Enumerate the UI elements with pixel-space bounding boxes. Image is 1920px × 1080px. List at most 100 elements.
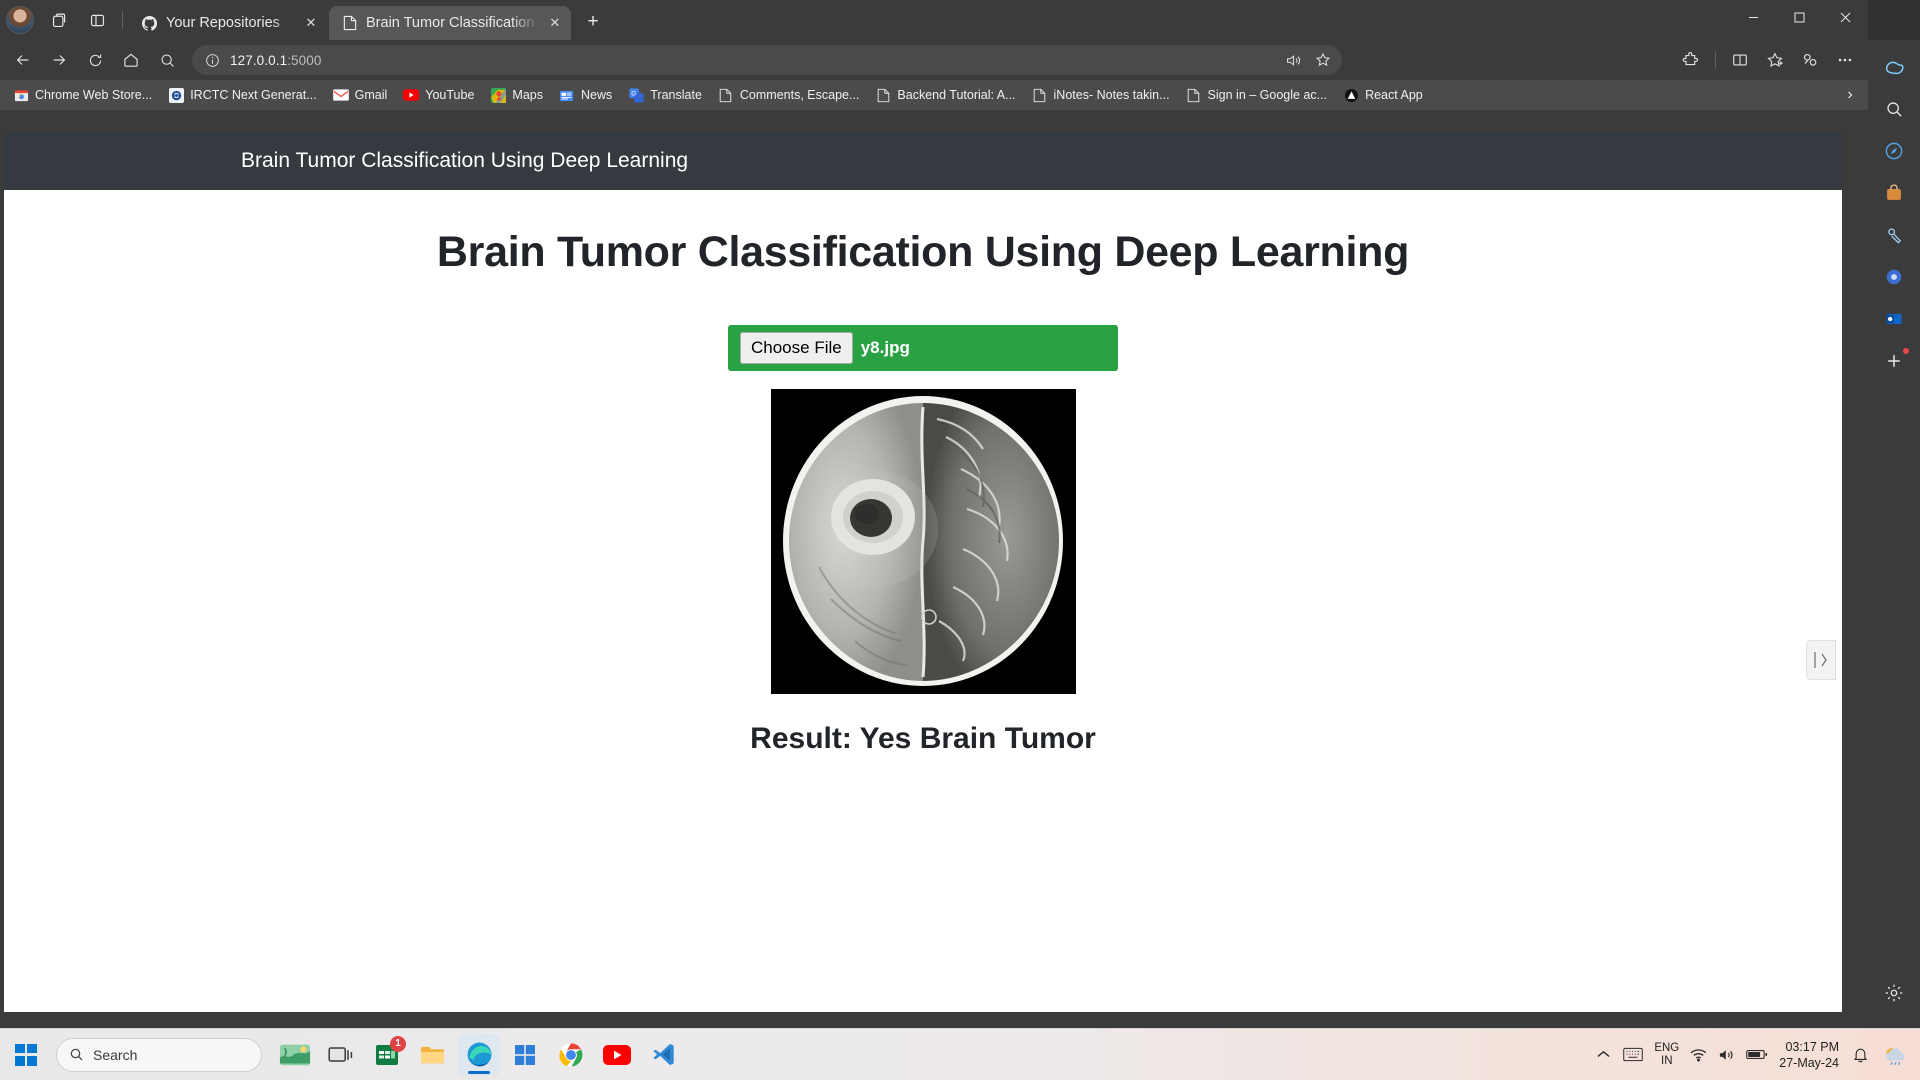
google-maps-icon — [490, 87, 506, 103]
file-upload-form[interactable]: Choose File y8.jpg — [728, 325, 1118, 371]
url-port: :5000 — [287, 52, 322, 68]
bookmark-sign-in-google[interactable]: Sign in – Google ac... — [1179, 84, 1335, 106]
copilot-icon[interactable] — [1876, 50, 1912, 84]
google-translate-icon: G — [628, 87, 644, 103]
volume-icon[interactable] — [1718, 1048, 1735, 1062]
bookmark-label: Chrome Web Store... — [35, 88, 153, 102]
touch-keyboard-icon[interactable] — [1623, 1047, 1644, 1062]
bookmark-translate[interactable]: G Translate — [621, 84, 709, 106]
github-icon — [141, 15, 158, 32]
games-icon[interactable] — [1876, 260, 1912, 294]
bookmark-label: IRCTC Next Generat... — [190, 88, 317, 102]
mri-illustration — [770, 389, 1076, 694]
minimize-button[interactable] — [1730, 0, 1776, 34]
search-icon[interactable] — [1876, 92, 1912, 126]
google-chrome-icon[interactable] — [550, 1034, 592, 1076]
file-explorer-icon[interactable] — [412, 1034, 454, 1076]
document-icon — [875, 87, 891, 103]
wifi-icon[interactable] — [1690, 1048, 1707, 1062]
bookmark-backend-tutorial[interactable]: Backend Tutorial: A... — [868, 84, 1022, 106]
choose-file-button[interactable]: Choose File — [740, 332, 853, 364]
settings-icon[interactable] — [1876, 976, 1912, 1010]
new-tab-button[interactable]: + — [577, 7, 609, 37]
start-button[interactable] — [0, 1043, 52, 1066]
desktop-screen: Your Repositories ✕ Brain Tumor Classifi… — [0, 0, 1920, 1080]
chevron-up-icon[interactable] — [1594, 1045, 1612, 1065]
taskbar-search-box[interactable]: Search — [56, 1037, 262, 1072]
tab-your-repositories[interactable]: Your Repositories ✕ — [129, 6, 329, 40]
document-icon — [718, 87, 734, 103]
discover-icon[interactable] — [1876, 134, 1912, 168]
document-icon — [1186, 87, 1202, 103]
language-indicator[interactable]: ENG IN — [1654, 1042, 1679, 1068]
favorites-icon[interactable] — [1758, 45, 1792, 75]
home-icon[interactable] — [114, 45, 148, 75]
bookmark-inotes[interactable]: iNotes- Notes takin... — [1025, 84, 1177, 106]
edge-sidebar — [1868, 40, 1920, 1028]
refresh-icon[interactable] — [78, 45, 112, 75]
tab-actions-icon[interactable] — [40, 4, 78, 36]
profile-button[interactable] — [0, 0, 40, 40]
weather-icon[interactable] — [1880, 1042, 1910, 1068]
close-button[interactable] — [1822, 0, 1868, 34]
vs-code-icon[interactable] — [642, 1034, 684, 1076]
windows-logo-icon — [15, 1043, 37, 1066]
microsoft-edge-icon[interactable] — [458, 1033, 500, 1076]
prediction-result: Result: Yes Brain Tumor — [750, 722, 1096, 755]
back-arrow-icon[interactable] — [6, 45, 40, 75]
youtube-icon[interactable] — [596, 1034, 638, 1076]
brain-mri-scan — [770, 389, 1076, 694]
microsoft-store-icon[interactable] — [504, 1034, 546, 1076]
read-aloud-icon[interactable] — [1280, 48, 1306, 72]
tab-brain-tumor-classification[interactable]: Brain Tumor Classification Using ✕ — [329, 6, 571, 40]
search-icon[interactable] — [150, 45, 184, 75]
split-screen-tabs-icon[interactable] — [78, 4, 116, 36]
bookmark-maps[interactable]: Maps — [483, 84, 550, 106]
maximize-button[interactable] — [1776, 0, 1822, 34]
site-navbar: Brain Tumor Classification Using Deep Le… — [4, 132, 1842, 190]
bookmark-youtube[interactable]: YouTube — [396, 84, 481, 106]
close-icon[interactable]: ✕ — [547, 13, 563, 33]
address-bar[interactable]: 127.0.0.1:5000 — [192, 45, 1342, 75]
split-screen-icon[interactable] — [1723, 45, 1757, 75]
bookmark-label: iNotes- Notes takin... — [1053, 88, 1170, 102]
bookmark-comments-escape[interactable]: Comments, Escape... — [711, 84, 867, 106]
task-view-icon[interactable] — [320, 1034, 362, 1076]
excel-icon[interactable]: 1 — [366, 1034, 408, 1076]
notification-dot — [1903, 348, 1909, 354]
split-screen-preview-icon[interactable] — [1806, 640, 1836, 680]
star-icon[interactable] — [1310, 48, 1336, 72]
battery-icon[interactable] — [1746, 1048, 1768, 1061]
bookmark-chrome-web-store[interactable]: Chrome Web Store... — [6, 84, 159, 106]
react-icon — [1343, 87, 1359, 103]
tools-icon[interactable] — [1876, 218, 1912, 252]
bookmark-news[interactable]: News — [552, 84, 619, 106]
settings-more-icon[interactable] — [1828, 45, 1862, 75]
bookmark-irctc[interactable]: IRCTC Next Generat... — [161, 84, 323, 106]
avatar — [6, 6, 34, 34]
irctc-icon — [168, 87, 184, 103]
navigation-bar: 127.0.0.1:5000 — [0, 40, 1868, 80]
bookmarks-overflow-icon[interactable]: › — [1838, 83, 1862, 107]
bookmark-gmail[interactable]: Gmail — [326, 84, 395, 106]
tab-title: Brain Tumor Classification Using — [366, 15, 539, 31]
page-title: Brain Tumor Classification Using Deep Le… — [436, 228, 1410, 276]
extensions-icon[interactable] — [1674, 45, 1708, 75]
info-circle-icon[interactable] — [202, 50, 222, 70]
toolbar-right — [1674, 45, 1862, 75]
close-icon[interactable]: ✕ — [301, 13, 321, 33]
add-tool-icon[interactable] — [1876, 344, 1912, 378]
bookmark-react-app[interactable]: React App — [1336, 84, 1430, 106]
page-content: Brain Tumor Classification Using Deep Le… — [4, 190, 1842, 756]
forward-arrow-icon[interactable] — [42, 45, 76, 75]
outlook-icon[interactable] — [1876, 302, 1912, 336]
bookmark-label: React App — [1365, 88, 1423, 102]
shopping-icon[interactable] — [1876, 176, 1912, 210]
edge-browser-window: Your Repositories ✕ Brain Tumor Classifi… — [0, 0, 1868, 1028]
bookmark-label: Maps — [512, 88, 543, 102]
notification-bell-icon[interactable] — [1852, 1046, 1869, 1063]
widgets-icon[interactable] — [274, 1034, 316, 1076]
url-host: 127.0.0.1 — [230, 52, 288, 68]
taskbar-clock[interactable]: 03:17 PM 27-May-24 — [1779, 1039, 1841, 1071]
collections-icon[interactable] — [1793, 45, 1827, 75]
